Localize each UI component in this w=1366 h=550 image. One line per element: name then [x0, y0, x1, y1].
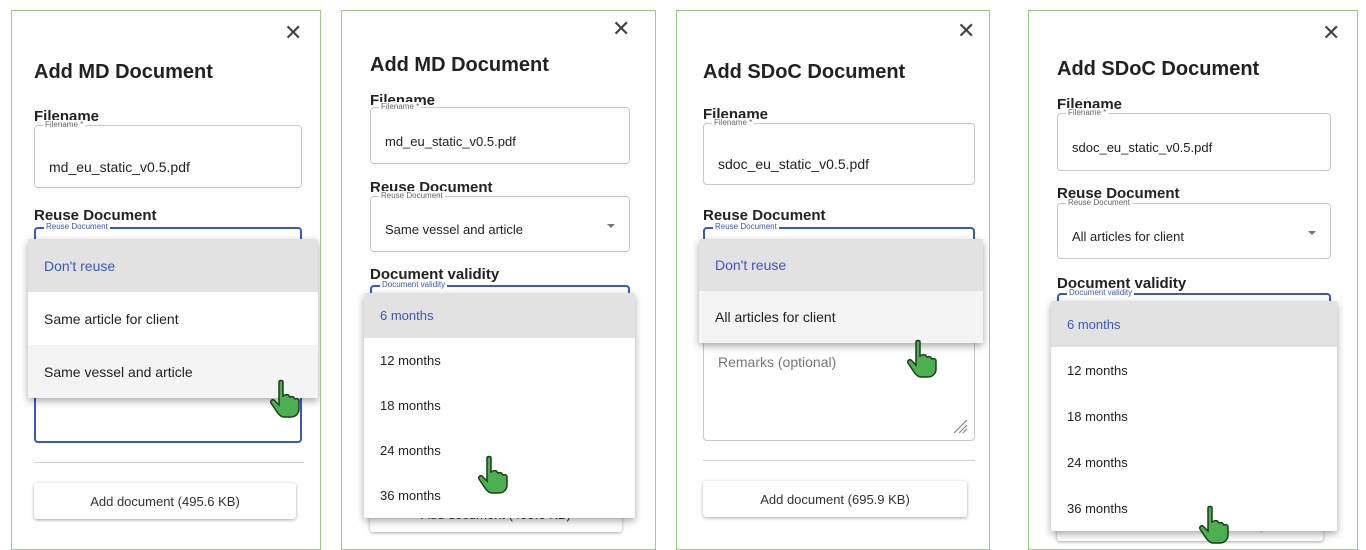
reuse-select[interactable]: Reuse Document Same vessel and article [370, 191, 630, 252]
dropdown-caret-icon [607, 224, 615, 228]
reuse-select-value: Same vessel and article [385, 222, 524, 237]
filename-field-value: md_eu_static_v0.5.pdf [385, 134, 516, 149]
close-icon[interactable]: ✕ [284, 23, 302, 45]
dialog-add-md-document-2: ✕ Add MD Document Filename Filename * md… [341, 10, 656, 550]
filename-field[interactable]: Filename * sdoc_eu_static_v0.5.pdf [703, 118, 975, 185]
filename-field-label: Filename * [1066, 108, 1109, 117]
divider [34, 462, 304, 463]
hand-pointer-icon [907, 339, 937, 378]
reuse-dropdown-menu: Don't reuse Same article for client Same… [28, 239, 318, 398]
menu-item-36-months[interactable]: 36 months [1051, 485, 1337, 531]
hand-pointer-icon [478, 455, 508, 494]
filename-field[interactable]: Filename * md_eu_static_v0.5.pdf [34, 120, 302, 188]
filename-field-value: sdoc_eu_static_v0.5.pdf [718, 156, 869, 172]
add-document-button[interactable]: Add document (695.9 KB) [703, 481, 967, 517]
dialog-title: Add MD Document [370, 54, 549, 76]
filename-field-label: Filename * [379, 102, 422, 111]
reuse-select-label: Reuse Document [44, 222, 110, 231]
filename-field-value: sdoc_eu_static_v0.5.pdf [1072, 140, 1213, 155]
menu-item-12-months[interactable]: 12 months [364, 338, 635, 383]
dialog-title: Add MD Document [34, 61, 213, 83]
reuse-select-label: Reuse Document [713, 222, 779, 231]
validity-select-label: Document validity [380, 280, 448, 289]
reuse-select-label: Reuse Document [379, 191, 445, 200]
dialog-add-sdoc-document-2: ✕ Add SDoC Document Filename Filename * … [1028, 10, 1358, 550]
resize-handle-icon[interactable] [952, 418, 968, 434]
menu-item-18-months[interactable]: 18 months [1051, 393, 1337, 439]
add-document-button[interactable]: Add document (495.6 KB) [34, 483, 296, 519]
filename-field-label: Filename * [712, 118, 755, 127]
dialog-add-sdoc-document-1: ✕ Add SDoC Document Filename Filename * … [676, 10, 990, 550]
menu-item-dont-reuse[interactable]: Don't reuse [699, 239, 983, 291]
reuse-select-value: All articles for client [1072, 229, 1184, 244]
dialog-title: Add SDoC Document [1057, 58, 1260, 80]
reuse-dropdown-menu: Don't reuse All articles for client [699, 239, 983, 343]
filename-field-label: Filename * [43, 120, 86, 129]
close-icon[interactable]: ✕ [1322, 23, 1340, 45]
menu-item-12-months[interactable]: 12 months [1051, 347, 1337, 393]
divider [703, 460, 975, 461]
validity-select-label: Document validity [1067, 288, 1135, 297]
menu-item-same-article-for-client[interactable]: Same article for client [28, 292, 318, 345]
reuse-select-label: Reuse Document [1066, 198, 1132, 207]
validity-dropdown-menu: 6 months 12 months 18 months 24 months 3… [1051, 301, 1337, 531]
close-icon[interactable]: ✕ [957, 21, 975, 43]
menu-item-dont-reuse[interactable]: Don't reuse [28, 239, 318, 292]
filename-field[interactable]: Filename * md_eu_static_v0.5.pdf [370, 102, 630, 164]
menu-item-24-months[interactable]: 24 months [1051, 439, 1337, 485]
remarks-placeholder: Remarks (optional) [718, 354, 837, 370]
hand-pointer-icon [270, 379, 300, 418]
hand-pointer-icon [1199, 505, 1229, 544]
filename-field[interactable]: Filename * sdoc_eu_static_v0.5.pdf [1057, 108, 1331, 171]
dialog-title: Add SDoC Document [703, 61, 906, 83]
menu-item-6-months[interactable]: 6 months [364, 293, 635, 338]
dialog-add-md-document-1: ✕ Add MD Document Filename Filename * md… [11, 10, 321, 550]
reuse-select[interactable]: Reuse Document All articles for client [1057, 198, 1331, 259]
menu-item-6-months[interactable]: 6 months [1051, 301, 1337, 347]
dropdown-caret-icon [1308, 231, 1316, 235]
close-icon[interactable]: ✕ [612, 19, 630, 41]
menu-item-18-months[interactable]: 18 months [364, 383, 635, 428]
filename-field-value: md_eu_static_v0.5.pdf [49, 159, 190, 175]
menu-item-all-articles-for-client[interactable]: All articles for client [699, 291, 983, 343]
